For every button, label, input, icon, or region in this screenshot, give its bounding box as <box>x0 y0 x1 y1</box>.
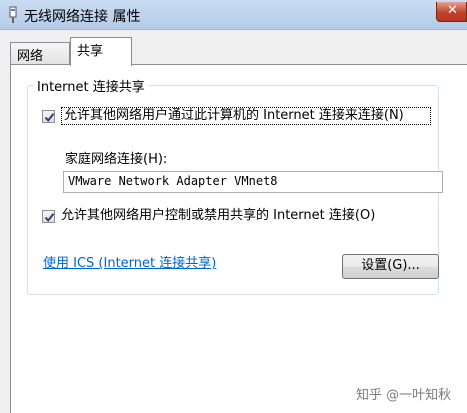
tab-sharing[interactable]: 共享 <box>70 37 132 66</box>
close-icon: ✕ <box>447 3 458 18</box>
allow-share-checkbox[interactable] <box>42 110 55 123</box>
window-title: 无线网络连接 属性 <box>24 9 141 25</box>
home-network-label: 家庭网络连接(H): <box>65 152 168 167</box>
tab-network[interactable]: 网络 <box>10 42 70 64</box>
allow-share-label[interactable]: 允许其他网络用户通过此计算机的 Internet 连接来连接(N) <box>61 107 431 125</box>
allow-control-label[interactable]: 允许其他网络用户控制或禁用共享的 Internet 连接(O) <box>61 208 431 224</box>
ics-group-title: Internet 连接共享 <box>33 76 149 95</box>
ics-help-link[interactable]: 使用 ICS (Internet 连接共享) <box>43 252 216 271</box>
settings-button[interactable]: 设置(G)... <box>342 254 439 279</box>
checkmark-icon <box>44 213 55 223</box>
title-bar: 无线网络连接 属性 ✕ <box>0 0 467 30</box>
close-button[interactable]: ✕ <box>436 2 467 22</box>
allow-control-checkbox[interactable] <box>42 210 55 223</box>
network-adapter-icon <box>6 6 20 24</box>
checkmark-icon <box>44 113 55 123</box>
home-network-field[interactable]: VMware Network Adapter VMnet8 <box>63 171 443 193</box>
watermark: 知乎 @一叶知秋 <box>356 388 452 403</box>
